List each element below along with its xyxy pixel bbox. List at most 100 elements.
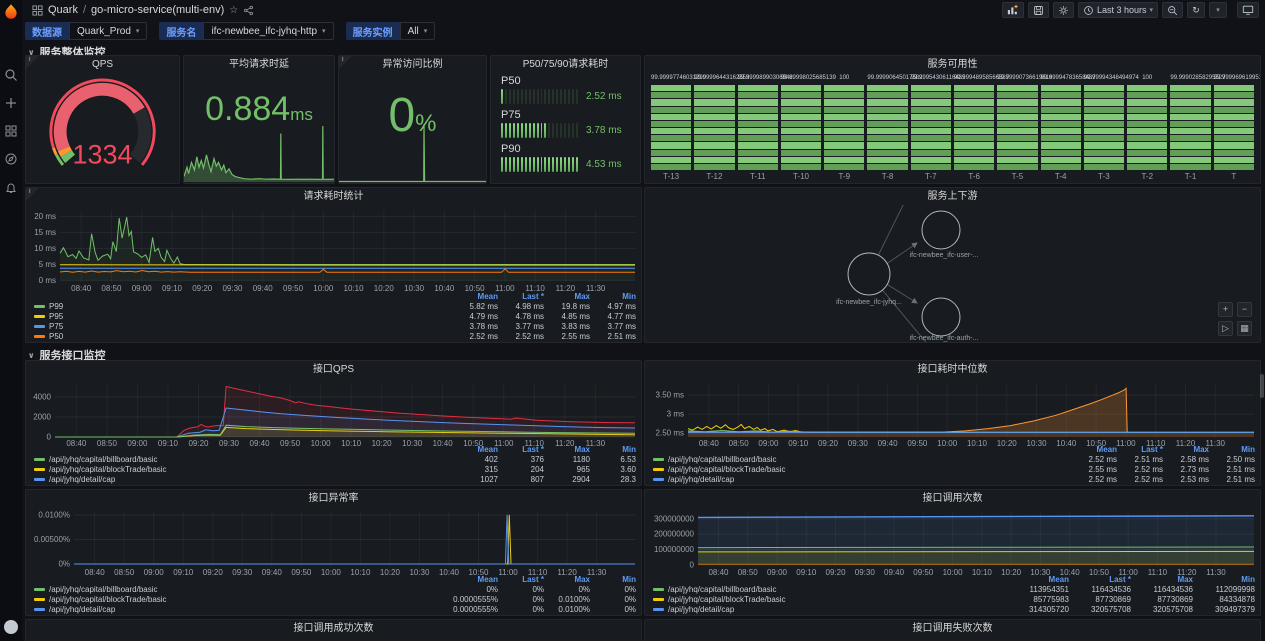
- zoom-out-button[interactable]: [1162, 2, 1183, 18]
- interface-error-chart[interactable]: 08:4008:5009:0009:1009:2009:3009:4009:50…: [27, 507, 640, 577]
- panel-info-icon[interactable]: i: [339, 56, 352, 69]
- legend-row[interactable]: /api/jyhq/capital/billboard/basic1139543…: [653, 584, 1255, 594]
- legend-row[interactable]: /api/jyhq/capital/blockTrade/basic315204…: [34, 464, 636, 474]
- node-upstream-user[interactable]: [922, 211, 960, 249]
- grafana-logo-icon[interactable]: [2, 3, 20, 21]
- heatmap-column[interactable]: 99.99954306116435T-7: [911, 75, 951, 181]
- chevron-down-icon: ∨: [28, 351, 35, 360]
- add-panel-button[interactable]: [1002, 2, 1024, 18]
- legend-row[interactable]: P954.79 ms4.78 ms4.85 ms4.77 ms: [34, 311, 636, 321]
- series-name: /api/jyhq/detail/cap: [668, 475, 734, 484]
- heatmap-column[interactable]: 99.99998025685139T-10: [781, 75, 821, 181]
- heatmap-column[interactable]: 99.99996961995167T: [1214, 75, 1254, 181]
- variable-datasource[interactable]: 数据源 Quark_Prod▾: [25, 22, 147, 40]
- heatmap-column[interactable]: 99.99990645017582T-8: [867, 75, 907, 181]
- share-icon[interactable]: [243, 5, 254, 16]
- panel-title[interactable]: 接口调用次数: [645, 490, 1260, 507]
- gauge-value: 1334: [72, 139, 132, 169]
- variable-service-name[interactable]: 服务名 ifc-newbee_ifc-jyhq-http▾: [159, 22, 333, 40]
- svg-text:0.0100%: 0.0100%: [38, 510, 70, 519]
- interface-median-chart[interactable]: 08:4008:5009:0009:1009:2009:3009:4009:50…: [646, 378, 1259, 448]
- create-plus-icon[interactable]: [4, 96, 18, 110]
- cycle-view-mode-button[interactable]: [1237, 2, 1259, 18]
- node-graph-control-button[interactable]: −: [1237, 302, 1252, 317]
- legend-row[interactable]: /api/jyhq/capital/billboard/basic2.52 ms…: [653, 454, 1255, 464]
- favorite-star-icon[interactable]: ☆: [229, 5, 238, 16]
- panel-info-icon[interactable]: i: [26, 188, 39, 201]
- legend-row[interactable]: /api/jyhq/detail/cap0.0000555%0%0.0100%0…: [34, 604, 636, 614]
- search-icon[interactable]: [4, 68, 18, 82]
- heatmap-column[interactable]: 99.99994348494974T-3: [1084, 75, 1124, 181]
- save-dashboard-button[interactable]: [1028, 2, 1049, 18]
- breadcrumb-app[interactable]: Quark: [48, 4, 78, 16]
- availability-value: 99.99948958566587: [954, 75, 994, 83]
- svg-text:100000000: 100000000: [654, 545, 695, 554]
- heatmap-column[interactable]: 99.99996443162553T-12: [694, 75, 734, 181]
- heatmap-column[interactable]: 100T-2: [1127, 75, 1167, 181]
- availability-value: 99.99997746031299: [651, 75, 691, 83]
- heatmap-column[interactable]: 99.99902858295527T-1: [1170, 75, 1210, 181]
- series-stat: 0%: [590, 605, 636, 614]
- panel-title[interactable]: P50/75/90请求耗时: [491, 56, 640, 73]
- node-central[interactable]: [848, 253, 890, 295]
- node-graph[interactable]: ifc-newbee_ifc-jyhq... ifc-newbee_ifc-us…: [645, 205, 1260, 342]
- alerting-bell-icon[interactable]: [4, 180, 18, 194]
- heatmap-column[interactable]: 99.99997746031299T-13: [651, 75, 691, 181]
- dashboards-icon[interactable]: [4, 124, 18, 138]
- series-stat: 314305720: [1007, 605, 1069, 614]
- heatmap-column[interactable]: 99.99994783658437T-4: [1041, 75, 1081, 181]
- user-avatar[interactable]: [4, 620, 18, 634]
- time-range-picker[interactable]: Last 3 hours ▾: [1078, 2, 1158, 18]
- time-range-label: Last 3 hours: [1097, 5, 1147, 15]
- legend-row[interactable]: /api/jyhq/detail/cap31430572032057570832…: [653, 604, 1255, 614]
- node-graph-control-button[interactable]: ▦: [1237, 321, 1252, 336]
- bar-gauge-row[interactable]: P904.53 ms: [501, 143, 630, 172]
- explore-compass-icon[interactable]: [4, 152, 18, 166]
- legend-row[interactable]: /api/jyhq/detail/cap1027807290428.3: [34, 474, 636, 484]
- panel-title[interactable]: 接口异常率: [26, 490, 641, 507]
- panel-latency-stats: i 请求耗时统计 08:4008:5009:0009:1009:2009:300…: [25, 187, 642, 343]
- node-upstream-auth[interactable]: [922, 298, 960, 336]
- panel-title[interactable]: QPS: [26, 56, 179, 73]
- panel-title[interactable]: 服务可用性: [645, 56, 1260, 73]
- panel-title[interactable]: 请求耗时统计: [26, 188, 641, 205]
- panel-title[interactable]: 异常访问比例: [339, 56, 486, 73]
- refresh-button[interactable]: ↻: [1187, 2, 1205, 18]
- panel-title[interactable]: 接口耗时中位数: [645, 361, 1260, 378]
- legend-row[interactable]: P995.82 ms4.98 ms19.8 ms4.97 ms: [34, 301, 636, 311]
- latency-stats-chart[interactable]: 08:4008:5009:0009:1009:2009:3009:4009:50…: [27, 205, 640, 293]
- scrollbar-thumb[interactable]: [1260, 374, 1264, 398]
- node-graph-control-button[interactable]: +: [1218, 302, 1233, 317]
- panel-title[interactable]: 平均请求时延: [184, 56, 334, 73]
- panel-info-icon[interactable]: i: [26, 56, 39, 69]
- panel-title[interactable]: 接口调用成功次数: [26, 620, 641, 637]
- bar-gauge-row[interactable]: P502.52 ms: [501, 75, 630, 104]
- legend-row[interactable]: /api/jyhq/detail/cap2.52 ms2.52 ms2.53 m…: [653, 474, 1255, 484]
- panel-title[interactable]: 服务上下游: [645, 188, 1260, 205]
- legend-row[interactable]: P502.52 ms2.52 ms2.55 ms2.51 ms: [34, 331, 636, 341]
- series-name: P50: [49, 332, 63, 341]
- legend-row[interactable]: /api/jyhq/capital/blockTrade/basic2.55 m…: [653, 464, 1255, 474]
- node-graph-control-button[interactable]: ▷: [1218, 321, 1233, 336]
- legend-row[interactable]: /api/jyhq/capital/blockTrade/basic0.0000…: [34, 594, 636, 604]
- legend-header: MeanLast *MaxMin: [34, 574, 636, 584]
- dashboard-settings-button[interactable]: [1053, 2, 1074, 18]
- panel-title[interactable]: 接口调用失败次数: [645, 620, 1260, 637]
- qps-gauge[interactable]: 1334: [26, 73, 179, 181]
- variable-service-instance[interactable]: 服务实例 All▾: [346, 22, 436, 40]
- refresh-interval-dropdown[interactable]: ▾: [1209, 2, 1227, 18]
- legend-row[interactable]: /api/jyhq/capital/billboard/basic0%0%0%0…: [34, 584, 636, 594]
- template-variables: 数据源 Quark_Prod▾ 服务名 ifc-newbee_ifc-jyhq-…: [25, 22, 435, 40]
- heatmap-column[interactable]: 99.99998990306948T-11: [738, 75, 778, 181]
- heatmap-column[interactable]: 100T-9: [824, 75, 864, 181]
- legend-row[interactable]: /api/jyhq/capital/blockTrade/basic857759…: [653, 594, 1255, 604]
- dashboard-title[interactable]: go-micro-service(multi-env): [91, 4, 224, 16]
- heatmap-column[interactable]: 99.99948958566587T-6: [954, 75, 994, 181]
- heatmap-column[interactable]: 99.99990736619616T-5: [997, 75, 1037, 181]
- legend-row[interactable]: P753.78 ms3.77 ms3.83 ms3.77 ms: [34, 321, 636, 331]
- panel-title[interactable]: 接口QPS: [26, 361, 641, 378]
- interface-qps-chart[interactable]: 08:4008:5009:0009:1009:2009:3009:4009:50…: [27, 378, 640, 448]
- legend-row[interactable]: /api/jyhq/capital/billboard/basic4023761…: [34, 454, 636, 464]
- bar-gauge-row[interactable]: P753.78 ms: [501, 109, 630, 138]
- interface-calls-chart[interactable]: 08:4008:5009:0009:1009:2009:3009:4009:50…: [646, 507, 1259, 577]
